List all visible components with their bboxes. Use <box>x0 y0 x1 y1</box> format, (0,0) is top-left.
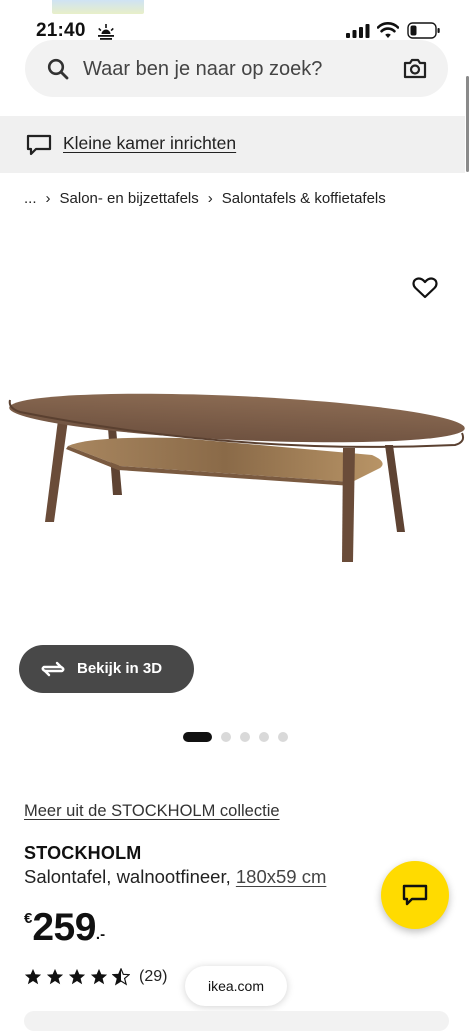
gallery-dot-5[interactable] <box>278 732 288 742</box>
next-section-card <box>24 1011 449 1031</box>
camera-icon[interactable] <box>403 57 427 79</box>
breadcrumb-item-salontafels[interactable]: Salontafels & koffietafels <box>222 190 386 207</box>
chevron-right-icon: › <box>45 190 51 207</box>
page-scrollbar[interactable] <box>466 76 469 172</box>
star-full-icon <box>90 968 108 985</box>
chat-bubble-icon <box>402 884 428 906</box>
gallery-dot-2[interactable] <box>221 732 231 742</box>
product-price: € 259 .- <box>24 904 105 952</box>
product-description: Salontafel, walnootfineer, 180x59 cm <box>24 866 326 888</box>
view-3d-label: Bekijk in 3D <box>77 660 163 677</box>
sunrise-icon <box>96 24 116 40</box>
battery-icon <box>407 22 440 39</box>
chat-button[interactable] <box>381 861 449 929</box>
price-amount: 259 <box>32 906 96 949</box>
breadcrumb-item-salon[interactable]: Salon- en bijzettafels <box>60 190 199 207</box>
star-full-icon <box>24 968 42 985</box>
gallery-dot-1[interactable] <box>183 732 212 742</box>
rotate-3d-icon <box>41 661 65 677</box>
gallery-dot-3[interactable] <box>240 732 250 742</box>
product-image[interactable] <box>0 250 473 650</box>
review-count[interactable]: (29) <box>139 968 167 986</box>
signal-icon <box>346 24 370 38</box>
chevron-right-icon: › <box>207 190 213 207</box>
search-icon[interactable] <box>47 58 69 80</box>
banner-link[interactable]: Kleine kamer inrichten <box>63 133 236 154</box>
star-full-icon <box>46 968 64 985</box>
view-3d-button[interactable]: Bekijk in 3D <box>19 645 194 693</box>
breadcrumb: ... › Salon- en bijzettafels › Salontafe… <box>24 190 386 207</box>
price-cents: .- <box>95 926 106 943</box>
app-thumbnail <box>52 0 144 14</box>
rating-stars[interactable] <box>24 968 130 986</box>
gallery-pagination[interactable] <box>183 732 288 742</box>
browser-url-bar[interactable]: ikea.com <box>185 966 287 1006</box>
star-half-icon <box>112 968 130 986</box>
collection-link[interactable]: Meer uit de STOCKHOLM collectie <box>24 802 280 821</box>
wifi-icon <box>377 22 399 38</box>
gallery-dot-4[interactable] <box>259 732 269 742</box>
breadcrumb-item-more[interactable]: ... <box>24 190 37 207</box>
product-size-link[interactable]: 180x59 cm <box>236 866 327 887</box>
price-currency: € <box>24 910 33 927</box>
product-type: Salontafel, walnootfineer, <box>24 866 231 887</box>
star-full-icon <box>68 968 86 985</box>
search-bar[interactable]: Waar ben je naar op zoek? <box>25 40 448 97</box>
status-time: 21:40 <box>36 20 86 41</box>
favorite-heart-icon[interactable] <box>412 276 438 300</box>
search-input[interactable]: Waar ben je naar op zoek? <box>83 58 322 81</box>
chat-bubble-icon <box>26 134 52 156</box>
inspiration-banner[interactable]: Kleine kamer inrichten <box>0 116 465 173</box>
product-name: STOCKHOLM <box>24 843 142 863</box>
